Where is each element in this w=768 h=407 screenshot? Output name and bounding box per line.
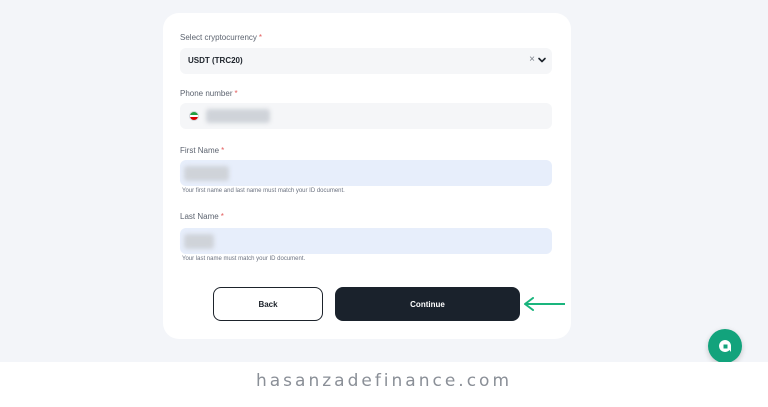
iran-flag-icon[interactable] (189, 111, 199, 121)
last-name-value-redacted (184, 234, 214, 249)
last-name-label: Last Name * (180, 212, 224, 221)
close-icon[interactable]: × (529, 54, 535, 65)
chevron-down-icon[interactable] (537, 55, 547, 65)
required-mark: * (234, 89, 238, 98)
chat-button[interactable] (708, 329, 742, 363)
last-name-field[interactable] (180, 228, 552, 254)
phone-field[interactable] (180, 103, 552, 129)
first-name-field[interactable] (180, 160, 552, 186)
last-name-hint: Your last name must match your ID docume… (182, 256, 306, 262)
continue-button[interactable]: Continue (335, 287, 520, 321)
crypto-select[interactable]: USDT (TRC20) × (180, 48, 552, 74)
chat-icon (719, 340, 731, 352)
crypto-select-value: USDT (TRC20) (188, 56, 243, 65)
watermark-text: hasanzadefinance.com (255, 371, 513, 391)
first-name-hint: Your first name and last name must match… (182, 188, 345, 194)
back-button-label: Back (258, 299, 278, 309)
phone-value-redacted (206, 109, 270, 123)
required-mark: * (220, 212, 224, 221)
required-mark: * (221, 146, 225, 155)
continue-button-label: Continue (410, 299, 445, 309)
arrow-left-icon (524, 297, 565, 311)
phone-label: Phone number * (180, 89, 238, 98)
first-name-label: First Name * (180, 146, 225, 155)
first-name-value-redacted (184, 166, 229, 181)
required-mark: * (258, 33, 263, 42)
back-button[interactable]: Back (213, 287, 323, 321)
crypto-label: Select cryptocurrency * (180, 33, 263, 42)
